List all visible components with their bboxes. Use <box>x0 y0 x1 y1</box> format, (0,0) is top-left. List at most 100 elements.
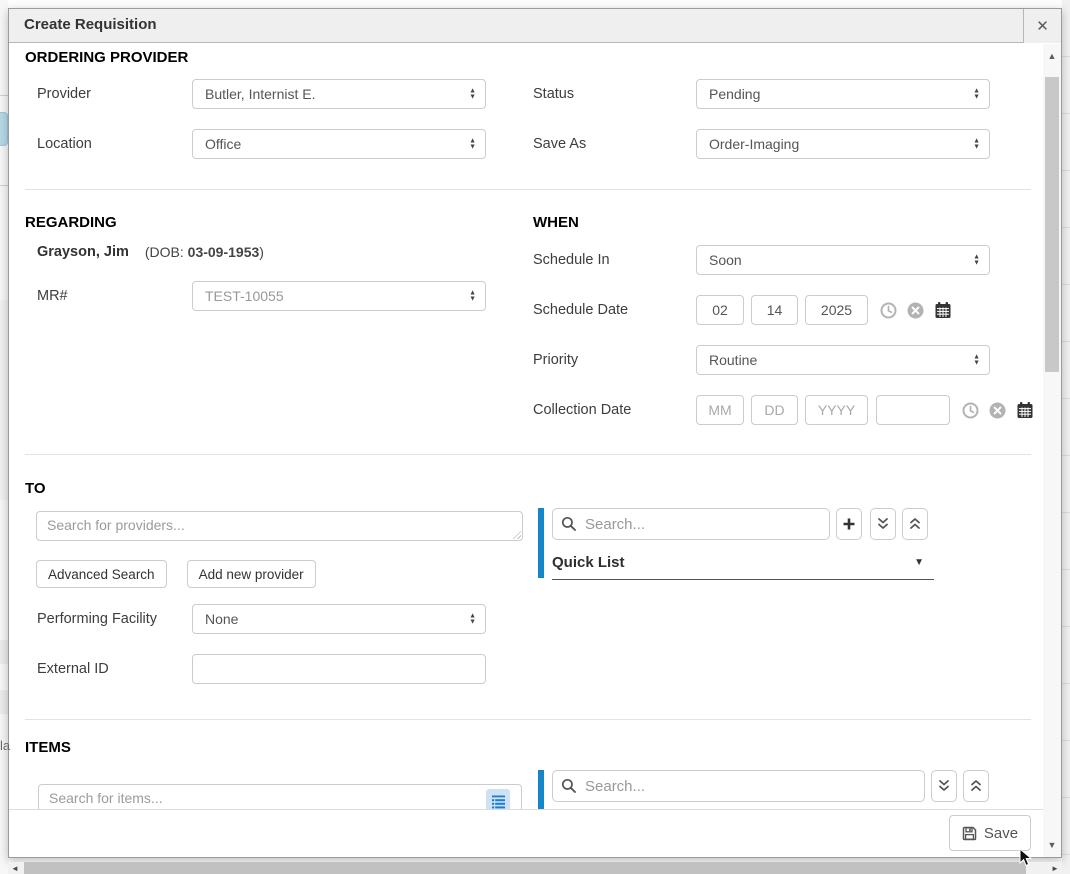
item-list-icon <box>490 794 507 811</box>
items-accent-bar <box>538 770 544 814</box>
schedule-in-label: Schedule In <box>533 252 696 268</box>
save-as-label: Save As <box>533 136 696 152</box>
scroll-down-arrow[interactable]: ▼ <box>1043 837 1061 853</box>
external-id-label: External ID <box>25 661 192 677</box>
save-as-select[interactable]: Order-Imaging ▲▼ <box>696 129 990 159</box>
schedule-date-label: Schedule Date <box>533 302 696 318</box>
section-divider <box>25 189 1031 190</box>
background-block <box>0 640 8 664</box>
double-chevron-up-icon <box>908 517 922 531</box>
horizontal-scrollbar[interactable]: ◄ ► <box>8 862 1062 874</box>
double-chevron-down-icon <box>876 517 890 531</box>
priority-select-value: Routine <box>709 352 757 368</box>
section-heading-ordering-provider: ORDERING PROVIDER <box>25 49 1031 67</box>
provider-quick-search-input[interactable] <box>552 508 830 540</box>
select-stepper-icon: ▲▼ <box>469 139 476 150</box>
collapse-all-button[interactable] <box>963 770 989 802</box>
section-heading-to: TO <box>25 480 1031 498</box>
section-heading-when: WHEN <box>533 214 1034 232</box>
provider-search-input[interactable] <box>36 511 523 541</box>
save-button[interactable]: Save <box>949 815 1031 851</box>
caret-down-icon: ▼ <box>914 557 924 568</box>
collapse-all-button[interactable] <box>902 508 928 540</box>
background-page-right <box>1062 0 1070 874</box>
double-chevron-up-icon <box>969 779 983 793</box>
priority-select[interactable]: Routine ▲▼ <box>696 345 990 375</box>
calendar-icon[interactable] <box>1016 401 1034 419</box>
collection-day-input[interactable] <box>751 395 798 425</box>
collection-time-input[interactable] <box>876 395 950 425</box>
double-chevron-down-icon <box>937 779 951 793</box>
scroll-left-arrow[interactable]: ◄ <box>8 862 22 874</box>
clock-icon[interactable] <box>962 402 979 419</box>
select-stepper-icon: ▲▼ <box>469 89 476 100</box>
modal-title: Create Requisition <box>24 16 157 33</box>
add-provider-quick-button[interactable] <box>836 508 862 540</box>
scroll-up-arrow[interactable]: ▲ <box>1043 48 1061 64</box>
status-label: Status <box>533 86 696 102</box>
schedule-year-input[interactable] <box>805 295 868 325</box>
schedule-day-input[interactable] <box>751 295 798 325</box>
provider-label: Provider <box>25 86 192 102</box>
collection-date-label: Collection Date <box>533 402 696 418</box>
patient-dob: (DOB: 03-09-1953) <box>145 244 264 260</box>
clear-date-icon[interactable] <box>907 302 924 319</box>
background-text-fragment: la <box>0 738 10 753</box>
collection-month-input[interactable] <box>696 395 744 425</box>
quick-list-header[interactable]: Quick List ▼ <box>552 554 934 580</box>
schedule-in-select-value: Soon <box>709 252 742 268</box>
performing-facility-label: Performing Facility <box>25 611 192 627</box>
location-label: Location <box>25 136 192 152</box>
background-button-fragment <box>0 112 8 146</box>
schedule-month-input[interactable] <box>696 295 744 325</box>
background-block <box>0 300 8 500</box>
scroll-right-arrow[interactable]: ► <box>1048 862 1062 874</box>
performing-facility-select-value: None <box>205 611 238 627</box>
status-select[interactable]: Pending ▲▼ <box>696 79 990 109</box>
location-select[interactable]: Office ▲▼ <box>192 129 486 159</box>
background-divider <box>0 185 8 186</box>
select-stepper-icon: ▲▼ <box>469 291 476 302</box>
vertical-scrollbar[interactable]: ▲ ▼ <box>1043 44 1061 857</box>
mr-select[interactable]: TEST-10055 ▲▼ <box>192 281 486 311</box>
close-button[interactable]: ✕ <box>1023 9 1061 43</box>
section-heading-items: ITEMS <box>25 739 1031 757</box>
status-select-value: Pending <box>709 86 760 102</box>
items-quick-search-input[interactable] <box>552 770 925 802</box>
quick-list-accent-bar <box>538 508 544 578</box>
select-stepper-icon: ▲▼ <box>469 614 476 625</box>
save-as-select-value: Order-Imaging <box>709 136 799 152</box>
horizontal-scrollbar-thumb[interactable] <box>24 862 1026 874</box>
add-new-provider-button[interactable]: Add new provider <box>187 560 316 588</box>
advanced-search-button[interactable]: Advanced Search <box>36 560 167 588</box>
background-block <box>0 690 8 714</box>
patient-name: Grayson, Jim <box>25 244 129 260</box>
modal-header: Create Requisition ✕ <box>9 9 1061 43</box>
save-button-label: Save <box>984 825 1018 842</box>
select-stepper-icon: ▲▼ <box>973 89 980 100</box>
priority-label: Priority <box>533 352 696 368</box>
clock-icon[interactable] <box>880 302 897 319</box>
expand-all-button[interactable] <box>870 508 896 540</box>
modal-footer: Save <box>9 809 1043 857</box>
modal-body: ORDERING PROVIDER Provider Butler, Inter… <box>9 44 1061 857</box>
vertical-scrollbar-thumb[interactable] <box>1045 77 1059 372</box>
mr-label: MR# <box>25 288 192 304</box>
expand-all-button[interactable] <box>931 770 957 802</box>
calendar-icon[interactable] <box>934 301 952 319</box>
section-heading-regarding: REGARDING <box>25 214 533 232</box>
provider-select[interactable]: Butler, Internist E. ▲▼ <box>192 79 486 109</box>
select-stepper-icon: ▲▼ <box>973 255 980 266</box>
collection-year-input[interactable] <box>805 395 868 425</box>
external-id-input[interactable] <box>192 654 486 684</box>
application-page: la Create Requisition ✕ ORDERING PROVIDE… <box>0 0 1070 874</box>
provider-select-value: Butler, Internist E. <box>205 86 316 102</box>
clear-date-icon[interactable] <box>989 402 1006 419</box>
schedule-in-select[interactable]: Soon ▲▼ <box>696 245 990 275</box>
mr-select-value: TEST-10055 <box>205 288 284 304</box>
close-icon: ✕ <box>1036 17 1049 35</box>
performing-facility-select[interactable]: None ▲▼ <box>192 604 486 634</box>
background-divider <box>0 95 8 96</box>
form-content: ORDERING PROVIDER Provider Butler, Inter… <box>25 44 1031 820</box>
section-divider <box>25 454 1031 455</box>
